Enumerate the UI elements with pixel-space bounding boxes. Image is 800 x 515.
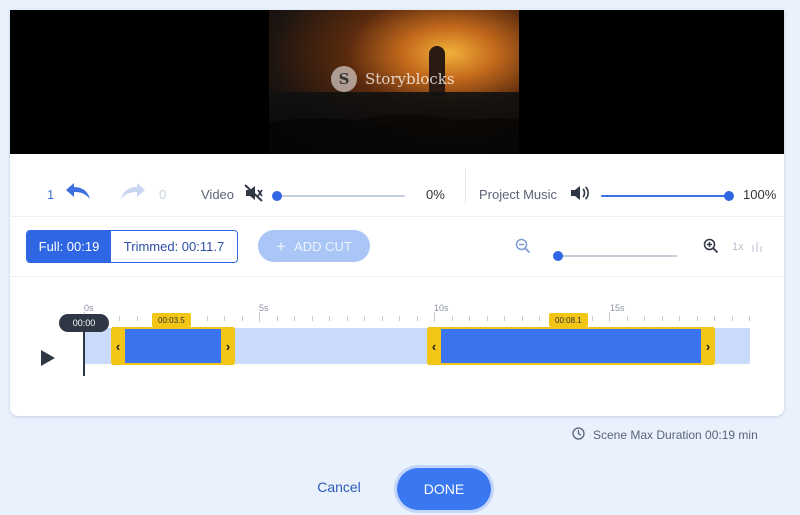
ruler-tick	[679, 316, 680, 321]
zoom-level: 1x	[732, 241, 744, 253]
undo-icon[interactable]	[64, 181, 92, 206]
ruler-tick	[399, 316, 400, 321]
undo-count: 1	[47, 187, 55, 202]
max-duration-info: Scene Max Duration 00:19 min	[572, 427, 758, 443]
add-cut-label: ADD CUT	[294, 238, 352, 254]
zoom-in-icon[interactable]	[703, 238, 719, 259]
ruler-label: 0s	[84, 303, 94, 313]
clip-trim-handle-left[interactable]: ‹	[427, 327, 441, 365]
music-volume-value: 100%	[743, 187, 777, 202]
redo-icon[interactable]	[119, 181, 147, 206]
storyblocks-logo-icon: S	[331, 66, 357, 92]
ruler-tick	[504, 316, 505, 321]
zoom-out-icon[interactable]	[515, 238, 531, 259]
ruler-tick	[539, 316, 540, 321]
crowd-silhouette	[269, 92, 519, 154]
speaker-icon[interactable]	[570, 185, 590, 206]
done-button[interactable]: DONE	[397, 468, 491, 510]
ruler-label: 10s	[434, 303, 449, 313]
ruler-tick	[609, 312, 610, 322]
timeline-clip[interactable]: ‹ ›	[111, 327, 235, 365]
max-duration-text: Scene Max Duration 00:19 min	[593, 428, 758, 442]
cancel-button[interactable]: Cancel	[300, 479, 378, 495]
music-volume-fill	[601, 195, 729, 197]
zoom-slider-knob[interactable]	[553, 251, 563, 261]
music-volume-slider[interactable]	[601, 191, 734, 201]
ruler-tick	[346, 316, 348, 321]
video-muted-icon[interactable]	[244, 184, 264, 207]
video-frame[interactable]: S Storyblocks	[269, 10, 519, 154]
music-volume-label: Project Music	[479, 187, 558, 202]
ruler-tick	[626, 316, 628, 321]
ruler-tick	[696, 316, 698, 321]
clip-trim-handle-right[interactable]: ›	[221, 327, 235, 365]
video-preview: S Storyblocks	[10, 10, 784, 154]
ruler-tick	[714, 316, 715, 321]
redo-count: 0	[159, 187, 167, 202]
ruler-label: 5s	[259, 303, 269, 313]
trimmed-duration-tab[interactable]: Trimmed: 00:11.7	[111, 231, 237, 262]
plus-icon: +	[276, 236, 287, 256]
storyblocks-watermark: S Storyblocks	[331, 66, 455, 92]
playhead-time[interactable]: 00:00	[59, 314, 109, 332]
add-cut-button[interactable]: + ADD CUT	[258, 230, 370, 262]
video-volume-slider[interactable]	[272, 191, 405, 201]
video-volume-value: 0%	[426, 187, 445, 202]
ruler-tick	[311, 316, 313, 321]
playhead-line[interactable]	[83, 332, 85, 376]
trim-toolbar: Full: 00:19 Trimmed: 00:11.7 + ADD CUT 1…	[10, 216, 784, 277]
full-duration-tab[interactable]: Full: 00:19	[27, 231, 111, 262]
audio-controls: 1 0 Video 0% Project Music 100%	[10, 154, 784, 217]
video-volume-knob[interactable]	[272, 191, 282, 201]
clip-trim-handle-left[interactable]: ‹	[111, 327, 125, 365]
ruler-tick	[434, 312, 435, 322]
scene-editor-panel: S Storyblocks 1 0 Video 0% Project Music	[10, 10, 784, 416]
ruler-tick	[364, 316, 365, 321]
speed-bars-icon	[751, 240, 765, 258]
timeline-clip[interactable]: ‹ ›	[427, 327, 715, 365]
ruler-tick	[749, 316, 750, 321]
clip-trim-handle-right[interactable]: ›	[701, 327, 715, 365]
ruler-tick	[136, 316, 138, 321]
ruler-tick	[206, 316, 208, 321]
timeline: 0s 5s 10s 15s ‹ › 00:03.5 ‹ › 00:08.1 00…	[10, 276, 784, 416]
ruler-tick	[521, 316, 523, 321]
ruler-tick	[661, 316, 663, 321]
zoom-slider[interactable]	[553, 251, 677, 261]
music-volume-knob[interactable]	[724, 191, 734, 201]
ruler-tick	[486, 316, 488, 321]
controls-divider	[465, 169, 466, 203]
ruler-tick	[241, 316, 243, 321]
clip-start-tag: 00:03.5	[152, 313, 191, 327]
ruler-tick	[119, 316, 120, 321]
clip-start-tag: 00:08.1	[549, 313, 588, 327]
video-volume-label: Video	[201, 187, 235, 202]
ruler-tick	[591, 316, 593, 321]
ruler-tick	[644, 316, 645, 321]
ruler-tick	[416, 316, 418, 321]
ruler-tick	[731, 316, 733, 321]
ruler-tick	[276, 316, 278, 321]
ruler-tick	[259, 312, 260, 322]
ruler-tick	[329, 316, 330, 321]
watermark-text: Storyblocks	[365, 70, 455, 88]
ruler-tick	[224, 316, 225, 321]
ruler-label: 15s	[610, 303, 625, 313]
ruler-tick	[469, 316, 470, 321]
clock-icon	[572, 427, 585, 443]
ruler-tick	[451, 316, 453, 321]
duration-toggle: Full: 00:19 Trimmed: 00:11.7	[26, 230, 238, 263]
play-icon[interactable]	[39, 349, 57, 372]
ruler-tick	[381, 316, 383, 321]
ruler-tick	[294, 316, 295, 321]
